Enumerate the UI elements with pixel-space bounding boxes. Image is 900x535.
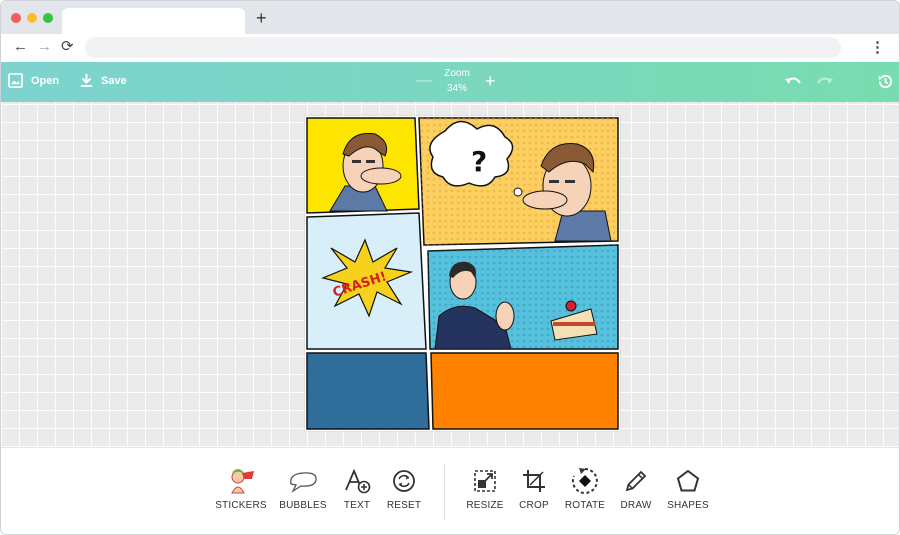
maximize-window-button[interactable] <box>43 13 53 23</box>
redo-icon[interactable] <box>816 75 834 89</box>
reset-label: RESET <box>386 500 422 511</box>
zoom-out-button[interactable]: — <box>416 72 432 90</box>
crop-icon <box>523 470 545 492</box>
comic-canvas[interactable]: ? CRASH! <box>305 116 620 431</box>
new-tab-button[interactable]: + <box>256 9 267 27</box>
zoom-value: 34% <box>446 83 467 94</box>
address-bar-row: ← → ⟳ ⋮ <box>1 34 899 62</box>
forward-arrow-icon[interactable]: → <box>37 38 52 56</box>
stickers-tool[interactable]: STICKERS <box>211 466 271 511</box>
editor-toolbar: Open Save — Zoom 34% + <box>1 62 899 102</box>
reset-icon <box>393 470 415 492</box>
pentagon-icon <box>676 469 700 492</box>
save-button[interactable]: Save <box>80 73 127 88</box>
undo-icon[interactable] <box>784 75 802 89</box>
shapes-label: SHAPES <box>667 500 709 511</box>
reset-tool[interactable]: RESET <box>374 466 434 511</box>
draw-label: DRAW <box>620 500 652 511</box>
save-label: Save <box>101 74 127 87</box>
speech-bubble-icon <box>290 472 317 493</box>
bubbles-tool[interactable]: BUBBLES <box>273 466 333 511</box>
browser-tabbar: + <box>1 1 899 34</box>
resize-icon <box>474 470 496 492</box>
history-icon[interactable] <box>877 73 894 90</box>
reload-icon[interactable]: ⟳ <box>61 38 74 56</box>
sticker-icon <box>231 469 254 494</box>
shapes-tool[interactable]: SHAPES <box>658 466 718 511</box>
zoom-in-button[interactable]: + <box>485 71 496 92</box>
pencil-icon <box>625 470 647 492</box>
comic-panel-orange[interactable] <box>430 352 619 430</box>
draw-tool[interactable]: DRAW <box>606 466 666 511</box>
comic-panel-blue[interactable] <box>306 352 430 430</box>
text-add-icon <box>345 468 371 494</box>
question-mark: ? <box>471 145 487 178</box>
bubbles-label: BUBBLES <box>279 500 327 511</box>
close-window-button[interactable] <box>11 13 21 23</box>
open-button[interactable]: Open <box>8 73 59 88</box>
minimize-window-button[interactable] <box>27 13 37 23</box>
back-arrow-icon[interactable]: ← <box>13 38 28 56</box>
zoom-label: Zoom <box>444 68 470 79</box>
image-icon <box>8 73 23 88</box>
rotate-icon <box>571 468 598 494</box>
zoom-indicator: Zoom 34% <box>439 62 475 102</box>
tools-bar: STICKERS BUBBLES TEXT RESET RESIZE CROP … <box>1 447 899 534</box>
stickers-label: STICKERS <box>215 500 267 511</box>
browser-window: + ← → ⟳ ⋮ Open Save — Zoom 34% + ? CRASH… <box>0 0 900 535</box>
url-input[interactable] <box>85 37 841 58</box>
comic-page[interactable]: ? CRASH! <box>305 116 620 431</box>
browser-menu-icon[interactable]: ⋮ <box>870 38 885 56</box>
download-icon <box>81 74 92 87</box>
browser-tab[interactable] <box>62 8 245 34</box>
toolbar-divider <box>444 464 445 520</box>
open-label: Open <box>31 74 60 87</box>
